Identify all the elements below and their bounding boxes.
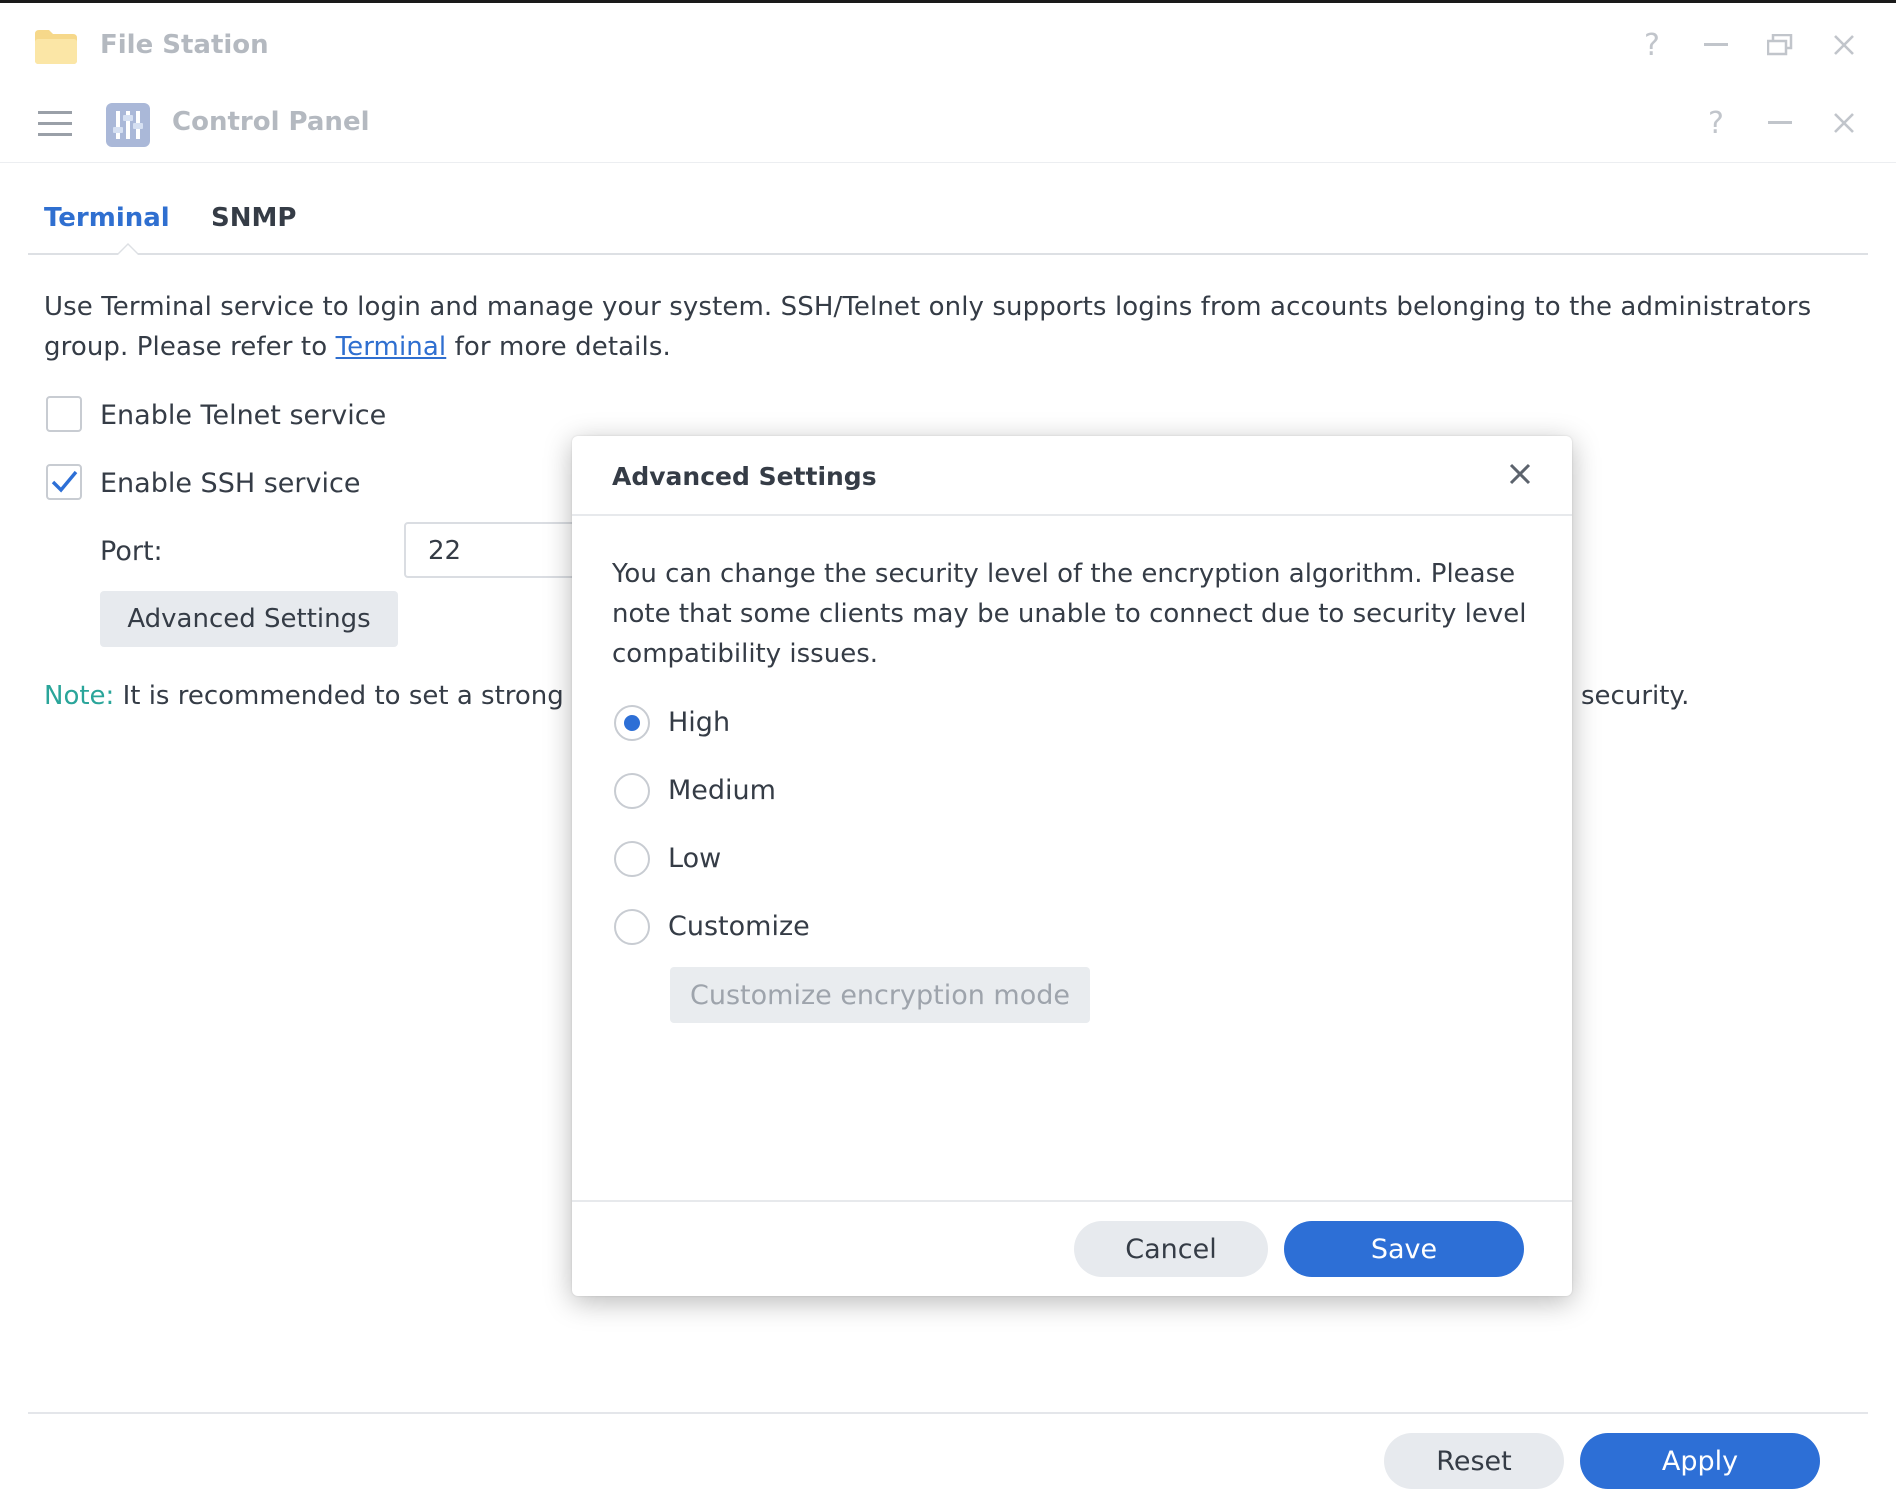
note-body: It is recommended to set a strong <box>114 681 564 711</box>
cancel-button[interactable]: Cancel <box>1074 1221 1268 1277</box>
dialog-description: You can change the security level of the… <box>612 559 1527 669</box>
telnet-checkbox[interactable] <box>46 396 82 432</box>
ssh-label: Enable SSH service <box>100 468 361 499</box>
control-panel-title: Control Panel <box>172 107 370 137</box>
advanced-settings-dialog: Advanced Settings You can change the sec… <box>572 436 1572 1296</box>
control-panel-icon <box>106 103 150 147</box>
minimize-icon[interactable] <box>1760 103 1800 143</box>
description-text: Use Terminal service to login and manage… <box>44 292 1812 362</box>
question-icon[interactable]: ? <box>1632 25 1672 65</box>
check-icon <box>51 470 78 493</box>
radio-high-label: High <box>668 707 731 738</box>
telnet-label: Enable Telnet service <box>100 400 387 431</box>
tab-snmp[interactable]: SNMP <box>211 203 296 233</box>
dialog-title: Advanced Settings <box>612 462 877 491</box>
radio-customize[interactable] <box>614 909 650 945</box>
radio-high[interactable] <box>614 705 650 741</box>
ssh-checkbox[interactable] <box>46 464 82 500</box>
menu-icon[interactable] <box>38 109 74 139</box>
close-icon[interactable] <box>1824 103 1864 143</box>
save-button[interactable]: Save <box>1284 1221 1524 1277</box>
footer-divider <box>28 1412 1868 1414</box>
active-tab-indicator <box>116 243 140 255</box>
terminal-help-link[interactable]: Terminal <box>336 332 447 362</box>
question-icon[interactable]: ? <box>1696 103 1736 143</box>
restore-icon[interactable] <box>1760 25 1800 65</box>
tab-bar: Terminal SNMP <box>28 193 1868 255</box>
close-icon[interactable] <box>1500 454 1540 494</box>
file-station-titlebar: File Station ? <box>0 3 1896 89</box>
note-label: Note: <box>44 681 115 711</box>
close-icon[interactable] <box>1824 25 1864 65</box>
folder-icon <box>35 30 77 64</box>
dialog-header: Advanced Settings <box>572 436 1572 516</box>
app-frame: File Station ? Control Panel ? Terminal … <box>0 0 1896 1500</box>
file-station-title: File Station <box>100 30 269 60</box>
apply-button[interactable]: Apply <box>1580 1433 1820 1489</box>
tab-terminal[interactable]: Terminal <box>44 203 170 233</box>
radio-medium[interactable] <box>614 773 650 809</box>
description-text-end: for more details. <box>446 332 671 362</box>
dialog-footer-divider <box>572 1200 1572 1202</box>
radio-low-label: Low <box>668 843 722 874</box>
terminal-description: Use Terminal service to login and manage… <box>44 287 1844 367</box>
advanced-settings-button[interactable]: Advanced Settings <box>100 591 398 647</box>
reset-button[interactable]: Reset <box>1384 1433 1564 1489</box>
radio-customize-label: Customize <box>668 911 810 942</box>
customize-encryption-button[interactable]: Customize encryption mode <box>670 967 1090 1023</box>
note-text: Note: It is recommended to set a strong <box>44 681 564 711</box>
minimize-icon[interactable] <box>1696 25 1736 65</box>
port-label: Port: <box>100 536 163 567</box>
note-text-end: security. <box>1581 681 1690 711</box>
control-panel-titlebar: Control Panel ? <box>0 89 1896 163</box>
radio-medium-label: Medium <box>668 775 776 806</box>
radio-low[interactable] <box>614 841 650 877</box>
